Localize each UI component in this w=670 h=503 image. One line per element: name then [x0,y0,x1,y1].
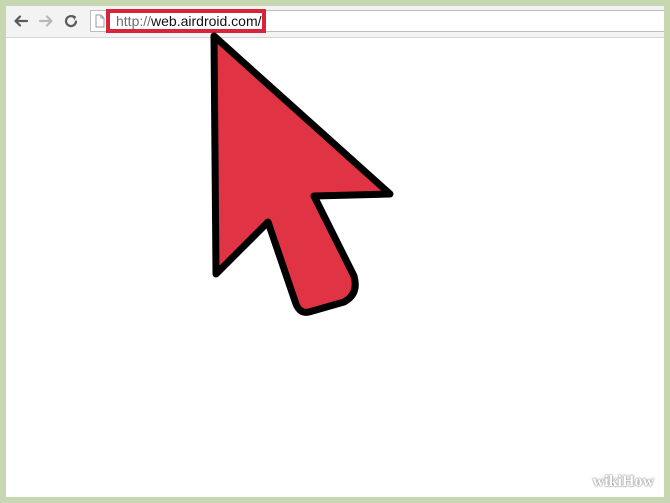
watermark-how: How [622,473,654,490]
url-scheme: http:// [116,13,152,29]
arrow-cursor-icon [210,32,394,316]
page-icon [95,14,105,28]
forward-icon[interactable] [37,12,55,30]
watermark-wiki: wiki [592,473,622,490]
screenshot-frame: http://web.airdroid.com/ wikiHow [0,0,670,503]
wikihow-watermark: wikiHow [593,473,654,491]
back-icon[interactable] [12,12,30,30]
reload-icon[interactable] [62,12,80,30]
